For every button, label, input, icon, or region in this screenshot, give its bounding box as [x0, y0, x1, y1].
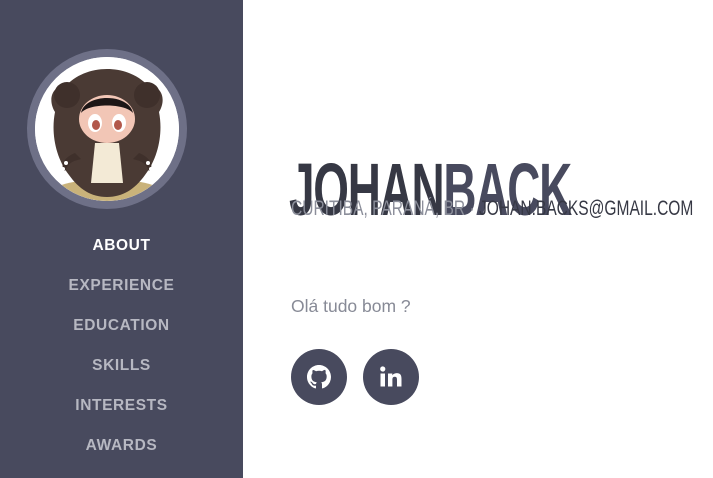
octocat-avatar-image [35, 57, 179, 201]
nav-item-education[interactable]: EDUCATION [0, 311, 243, 351]
github-button[interactable] [291, 349, 347, 405]
avatar-ring [27, 49, 187, 209]
github-icon [307, 365, 331, 389]
separator: · [469, 197, 475, 220]
avatar[interactable] [35, 57, 179, 201]
contact-line: CURITIBA, PARANÁ, BR · JOHAN.BACKS@GMAIL… [291, 196, 693, 222]
nav-item-experience[interactable]: EXPERIENCE [0, 271, 243, 311]
email-link[interactable]: JOHAN.BACKS@GMAIL.COM [479, 197, 693, 220]
nav-item-interests[interactable]: INTERESTS [0, 391, 243, 431]
nav-item-awards[interactable]: AWARDS [0, 431, 243, 471]
location-text: CURITIBA, PARANÁ, BR [291, 197, 466, 220]
linkedin-button[interactable] [363, 349, 419, 405]
nav-item-skills[interactable]: SKILLS [0, 351, 243, 391]
nav-item-about[interactable]: ABOUT [0, 231, 243, 271]
page: ABOUT EXPERIENCE EDUCATION SKILLS INTERE… [0, 0, 713, 478]
sidebar-nav: ABOUT EXPERIENCE EDUCATION SKILLS INTERE… [0, 231, 243, 471]
sidebar: ABOUT EXPERIENCE EDUCATION SKILLS INTERE… [0, 0, 243, 478]
linkedin-icon [380, 366, 402, 387]
main-content: JOHANBACK CURITIBA, PARANÁ, BR · JOHAN.B… [243, 0, 713, 478]
intro-text: Olá tudo bom ? [291, 295, 411, 316]
